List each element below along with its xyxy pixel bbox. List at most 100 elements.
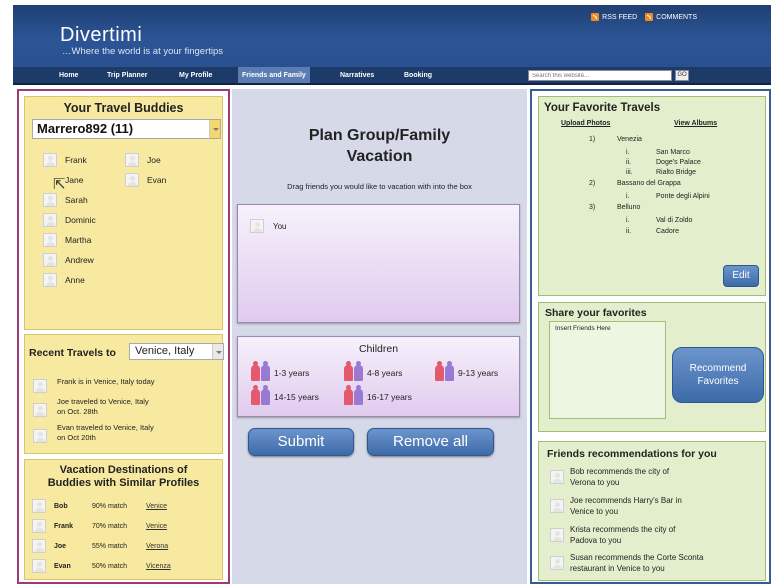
avatar bbox=[550, 499, 564, 513]
plan-vacation-title: Plan Group/Family Vacation bbox=[232, 125, 527, 167]
nav-home[interactable]: Home bbox=[59, 72, 78, 79]
age-group-14-15[interactable]: 14-15 years bbox=[251, 385, 319, 405]
friends-recommendations-panel: Friends recommendations for you Bob reco… bbox=[538, 441, 766, 581]
buddy-anne[interactable]: Anne bbox=[43, 273, 85, 287]
insert-friends-label: Insert Friends Here bbox=[555, 325, 611, 332]
vacation-city-link[interactable]: Vicenza bbox=[146, 563, 171, 570]
app-window: Divertimi …Where the world is at your fi… bbox=[0, 0, 773, 584]
avatar bbox=[550, 470, 564, 484]
insert-friends-dropzone[interactable]: Insert Friends Here bbox=[549, 321, 666, 419]
plan-title-line-1: Plan Group/Family bbox=[308, 127, 451, 144]
avatar bbox=[32, 539, 46, 553]
recommend-label-2: Favorites bbox=[697, 376, 739, 387]
buddy-martha[interactable]: Martha bbox=[43, 233, 91, 247]
age-group-4-8[interactable]: 4-8 years bbox=[344, 361, 403, 381]
vacation-city-link[interactable]: Venice bbox=[146, 503, 167, 510]
edit-favorites-button[interactable]: Edit bbox=[723, 265, 759, 287]
tree-number: 1) bbox=[589, 136, 596, 143]
recommendation-line: Verona to you bbox=[570, 478, 620, 487]
vacation-drop-box[interactable]: You bbox=[237, 204, 520, 323]
middle-column: Plan Group/Family Vacation Drag friends … bbox=[232, 89, 527, 584]
rss-feed-link[interactable]: RSS FEED bbox=[591, 13, 637, 21]
recommendation-line: Padova to you bbox=[570, 536, 622, 545]
user-select[interactable]: Marrero892 (11) bbox=[32, 119, 221, 139]
buddy-name: Martha bbox=[65, 235, 92, 245]
vacation-city-link[interactable]: Verona bbox=[146, 543, 168, 550]
location-select[interactable]: Venice, Italy bbox=[129, 343, 224, 360]
buddy-joe[interactable]: Joe bbox=[125, 153, 161, 167]
nav-my-profile[interactable]: My Profile bbox=[179, 72, 212, 79]
children-panel: Children 1-3 years 4-8 years 9-13 years … bbox=[237, 336, 520, 417]
submit-button[interactable]: Submit bbox=[248, 428, 354, 456]
vacation-city-link[interactable]: Venice bbox=[146, 523, 167, 530]
buddy-dominic[interactable]: Dominic bbox=[43, 213, 96, 227]
chevron-down-icon[interactable] bbox=[212, 344, 223, 359]
recent-travel-line: Evan traveled to Venice, Italy bbox=[57, 423, 154, 432]
search-input[interactable] bbox=[528, 70, 672, 81]
age-group-16-17[interactable]: 16-17 years bbox=[344, 385, 412, 405]
vacation-buddy-name: Evan bbox=[54, 562, 71, 570]
nav-narratives[interactable]: Narratives bbox=[340, 72, 374, 79]
user-select-value: Marrero892 (11) bbox=[37, 121, 134, 136]
vacation-match: 90% match bbox=[92, 502, 128, 510]
vacation-match: 55% match bbox=[92, 542, 128, 550]
children-title: Children bbox=[358, 343, 399, 355]
buddy-name: Joe bbox=[147, 155, 161, 165]
children-icon bbox=[251, 385, 270, 405]
buddy-evan[interactable]: Evan bbox=[125, 173, 166, 187]
recommendation-item[interactable]: Susan recommends the Corte Sconta restaur… bbox=[550, 552, 703, 574]
vacation-row: Evan 50% match Vicenza bbox=[32, 559, 171, 573]
buddy-andrew[interactable]: Andrew bbox=[43, 253, 94, 267]
buddy-sarah[interactable]: Sarah bbox=[43, 193, 88, 207]
chevron-down-icon[interactable] bbox=[209, 120, 220, 138]
rss-icon bbox=[591, 13, 600, 21]
recommendation-line: Bob recommends the city of bbox=[570, 467, 670, 476]
participant-you[interactable]: You bbox=[250, 219, 287, 233]
site-header: Divertimi …Where the world is at your fi… bbox=[13, 5, 771, 67]
recommendation-item[interactable]: Krista recommends the city of Padova to y… bbox=[550, 524, 675, 546]
search-go-button[interactable]: GO bbox=[675, 70, 689, 81]
age-group-label: 16-17 years bbox=[367, 392, 412, 402]
nav-friends-and-family[interactable]: Friends and Family bbox=[238, 67, 310, 83]
site-logo[interactable]: Divertimi bbox=[60, 24, 142, 47]
recent-travels-panel: Recent Travels to Venice, Italy Frank is… bbox=[24, 334, 224, 454]
nav-trip-planner[interactable]: Trip Planner bbox=[107, 72, 147, 79]
comments-label: COMMENTS bbox=[656, 13, 697, 21]
recommendation-line: Susan recommends the Corte Sconta bbox=[570, 553, 704, 562]
recommend-favorites-button[interactable]: Recommend Favorites bbox=[672, 347, 764, 403]
vacation-title-line-2: Buddies with Similar Profiles bbox=[47, 477, 200, 489]
age-group-label: 1-3 years bbox=[274, 368, 310, 378]
vacation-row: Bob 90% match Venice bbox=[32, 499, 167, 513]
recent-travel-line: Joe traveled to Venice, Italy bbox=[57, 397, 149, 406]
comments-link[interactable]: COMMENTS bbox=[645, 13, 697, 21]
vacation-row: Frank 70% match Venice bbox=[32, 519, 167, 533]
vacation-match: 50% match bbox=[92, 562, 128, 570]
recommendation-item[interactable]: Bob recommends the city of Verona to you bbox=[550, 466, 669, 488]
tree-place: Rialto Bridge bbox=[656, 169, 697, 176]
share-favorites-title: Share your favorites bbox=[545, 307, 647, 319]
age-group-label: 4-8 years bbox=[367, 368, 403, 378]
view-albums-link[interactable]: View Albums bbox=[674, 120, 717, 127]
children-icon bbox=[344, 361, 363, 381]
avatar bbox=[550, 528, 564, 542]
recommendation-item[interactable]: Joe recommends Harry's Bar in Venice to y… bbox=[550, 495, 682, 517]
age-group-9-13[interactable]: 9-13 years bbox=[435, 361, 498, 381]
travel-buddies-title: Your Travel Buddies bbox=[63, 101, 184, 115]
tree-place: Doge's Palace bbox=[656, 159, 701, 166]
tree-city: Bassano del Grappa bbox=[617, 180, 681, 187]
recent-travel-line: on Oct 20th bbox=[57, 433, 96, 442]
nav-booking[interactable]: Booking bbox=[404, 72, 432, 79]
age-group-1-3[interactable]: 1-3 years bbox=[251, 361, 310, 381]
vacation-buddy-name: Bob bbox=[54, 502, 68, 510]
upload-photos-link[interactable]: Upload Photos bbox=[561, 120, 610, 127]
tree-city: Venezia bbox=[617, 136, 642, 143]
avatar bbox=[43, 193, 57, 207]
tree-place: Val di Zoldo bbox=[656, 217, 693, 224]
buddy-name: Andrew bbox=[65, 255, 94, 265]
recommendation-line: Krista recommends the city of bbox=[570, 525, 676, 534]
avatar bbox=[32, 519, 46, 533]
remove-all-button[interactable]: Remove all bbox=[367, 428, 494, 456]
buddy-frank[interactable]: Frank bbox=[43, 153, 87, 167]
recent-travel-line: Frank is in Venice, Italy today bbox=[57, 377, 155, 386]
children-icon bbox=[344, 385, 363, 405]
